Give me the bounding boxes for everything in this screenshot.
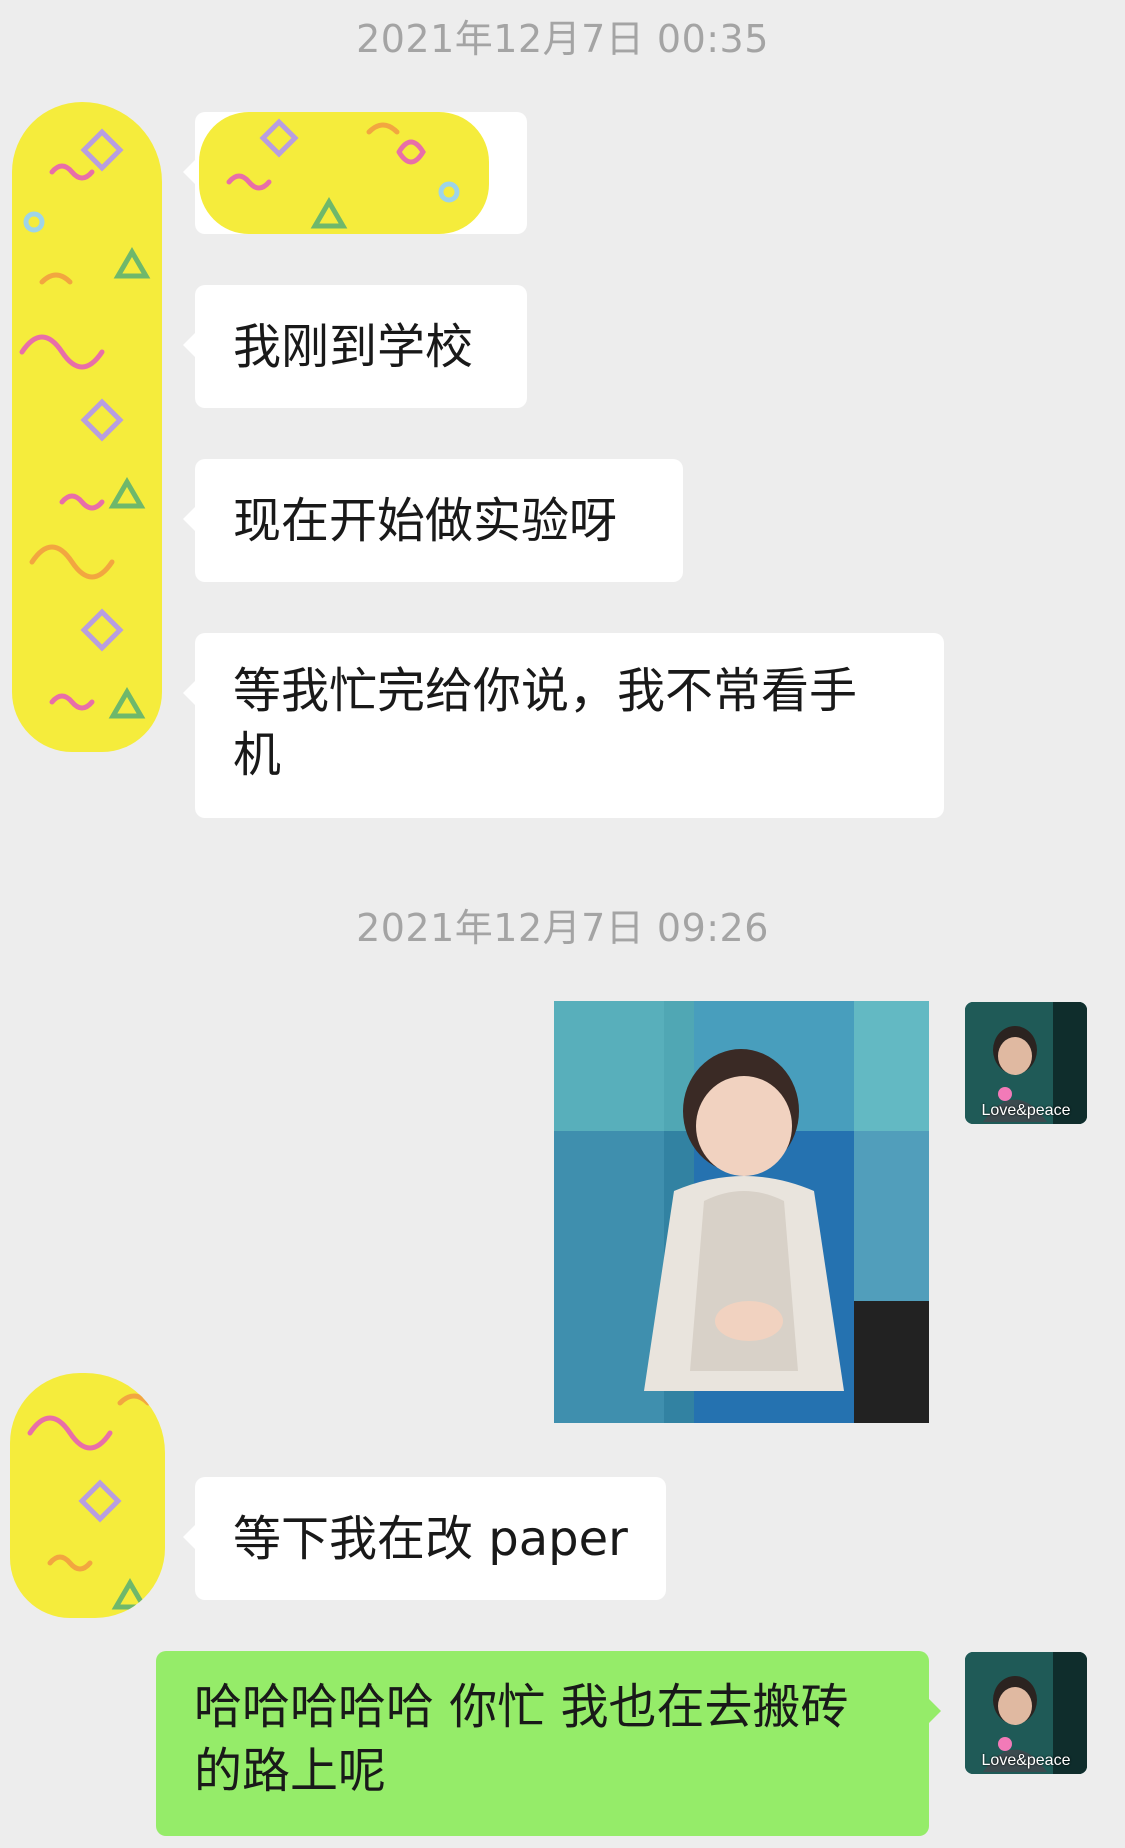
avatar[interactable]: Love&peace	[965, 1002, 1087, 1124]
incoming-message-2[interactable]: 现在开始做实验呀	[183, 459, 683, 582]
outgoing-message-1[interactable]: 哈哈哈哈哈 你忙 我也在去搬砖 的路上呢	[156, 1651, 941, 1836]
scribble-pattern	[27, 1393, 151, 1610]
timestamp-1: 2021年12月7日 00:35	[356, 17, 769, 61]
message-text-line: 的路上呢	[194, 1743, 387, 1799]
message-text: 我刚到学校	[233, 318, 474, 375]
redacted-message-scribble	[199, 112, 489, 234]
message-text-block: 等我忙完给你说，我不常看手 机	[233, 659, 857, 787]
scribble-pattern	[19, 128, 151, 719]
message-text-line: 哈哈哈哈哈 你忙 我也在去搬砖	[194, 1679, 849, 1735]
sticker-photo-illustration	[554, 1001, 929, 1423]
incoming-message-4[interactable]: 等下我在改 paper	[183, 1477, 666, 1600]
incoming-message-1[interactable]: 我刚到学校	[183, 285, 527, 408]
message-text: 现在开始做实验呀	[233, 492, 618, 549]
redacted-avatar-scribble	[12, 102, 162, 752]
redacted-avatar-scribble-2	[10, 1373, 165, 1618]
incoming-message-3[interactable]: 等我忙完给你说，我不常看手 机	[183, 633, 944, 818]
avatar-caption: Love&peace	[981, 1752, 1071, 1769]
timestamp-2: 2021年12月7日 09:26	[356, 906, 769, 950]
message-text-block: 哈哈哈哈哈 你忙 我也在去搬砖 的路上呢	[194, 1675, 849, 1803]
message-text-line: 机	[233, 727, 282, 783]
avatar[interactable]: Love&peace	[965, 1652, 1087, 1774]
message-text: 等下我在改 paper	[233, 1510, 628, 1567]
redacted-message-bubble[interactable]	[183, 112, 527, 234]
sticker-photo[interactable]	[554, 1001, 929, 1423]
message-text-line: 等我忙完给你说，我不常看手	[233, 663, 858, 719]
scribble-pattern	[226, 118, 460, 229]
avatar-caption: Love&peace	[981, 1102, 1071, 1119]
